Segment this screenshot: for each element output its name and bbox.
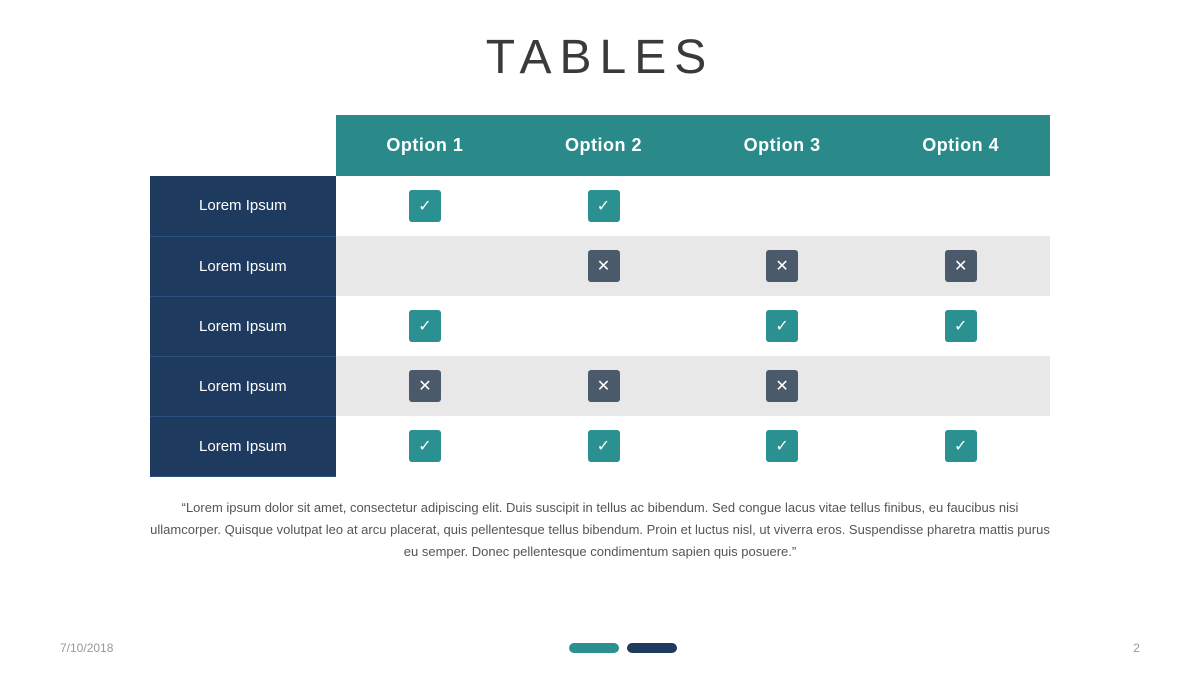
quote-section: “Lorem ipsum dolor sit amet, consectetur… xyxy=(150,497,1050,563)
row-label: Lorem Ipsum xyxy=(150,356,336,416)
footer-navigation xyxy=(569,643,677,653)
table-row: Lorem Ipsum ✕ ✕ ✕ xyxy=(150,236,1050,296)
cell-r0-c3 xyxy=(693,176,872,236)
check-icon: ✓ xyxy=(766,430,798,462)
cell-r4-c2: ✓ xyxy=(514,416,693,476)
page-title: TABLES xyxy=(486,30,715,85)
cell-r0-c4 xyxy=(871,176,1050,236)
cell-r3-c2: ✕ xyxy=(514,356,693,416)
cell-r0-c1: ✓ xyxy=(336,176,515,236)
check-icon: ✓ xyxy=(945,430,977,462)
dot-teal[interactable] xyxy=(569,643,619,653)
cell-r2-c2 xyxy=(514,296,693,356)
cell-r3-c3: ✕ xyxy=(693,356,872,416)
check-icon: ✓ xyxy=(588,190,620,222)
check-icon: ✓ xyxy=(766,310,798,342)
x-icon: ✕ xyxy=(945,250,977,282)
quote-text: “Lorem ipsum dolor sit amet, consectetur… xyxy=(150,497,1050,563)
table-row: Lorem Ipsum ✕ ✕ ✕ xyxy=(150,356,1050,416)
header-option4: Option 4 xyxy=(871,115,1050,176)
cell-r1-c2: ✕ xyxy=(514,236,693,296)
cell-r2-c4: ✓ xyxy=(871,296,1050,356)
cell-r1-c3: ✕ xyxy=(693,236,872,296)
table-row: Lorem Ipsum ✓ ✓ ✓ xyxy=(150,296,1050,356)
slide: TABLES Option 1 Option 2 Option 3 Option… xyxy=(0,0,1200,675)
cell-r4-c1: ✓ xyxy=(336,416,515,476)
x-icon: ✕ xyxy=(588,250,620,282)
row-label: Lorem Ipsum xyxy=(150,236,336,296)
check-icon: ✓ xyxy=(409,310,441,342)
check-icon: ✓ xyxy=(409,430,441,462)
dot-navy[interactable] xyxy=(627,643,677,653)
check-icon: ✓ xyxy=(945,310,977,342)
check-icon: ✓ xyxy=(588,430,620,462)
check-icon: ✓ xyxy=(409,190,441,222)
footer-page: 2 xyxy=(1133,641,1140,655)
header-option2: Option 2 xyxy=(514,115,693,176)
x-icon: ✕ xyxy=(766,370,798,402)
row-label: Lorem Ipsum xyxy=(150,176,336,236)
cell-r3-c4 xyxy=(871,356,1050,416)
cell-r2-c1: ✓ xyxy=(336,296,515,356)
table-wrapper: Option 1 Option 2 Option 3 Option 4 Lore… xyxy=(150,115,1050,477)
cell-r3-c1: ✕ xyxy=(336,356,515,416)
row-label: Lorem Ipsum xyxy=(150,296,336,356)
cell-r1-c4: ✕ xyxy=(871,236,1050,296)
header-option1: Option 1 xyxy=(336,115,515,176)
cell-r4-c4: ✓ xyxy=(871,416,1050,476)
header-empty xyxy=(150,115,336,176)
x-icon: ✕ xyxy=(766,250,798,282)
table-row: Lorem Ipsum ✓ ✓ xyxy=(150,176,1050,236)
cell-r2-c3: ✓ xyxy=(693,296,872,356)
cell-r1-c1 xyxy=(336,236,515,296)
comparison-table: Option 1 Option 2 Option 3 Option 4 Lore… xyxy=(150,115,1050,477)
footer: 7/10/2018 2 xyxy=(0,641,1200,655)
cell-r4-c3: ✓ xyxy=(693,416,872,476)
header-option3: Option 3 xyxy=(693,115,872,176)
x-icon: ✕ xyxy=(588,370,620,402)
row-label: Lorem Ipsum xyxy=(150,416,336,476)
table-row: Lorem Ipsum ✓ ✓ ✓ ✓ xyxy=(150,416,1050,476)
x-icon: ✕ xyxy=(409,370,441,402)
cell-r0-c2: ✓ xyxy=(514,176,693,236)
footer-date: 7/10/2018 xyxy=(60,641,113,655)
